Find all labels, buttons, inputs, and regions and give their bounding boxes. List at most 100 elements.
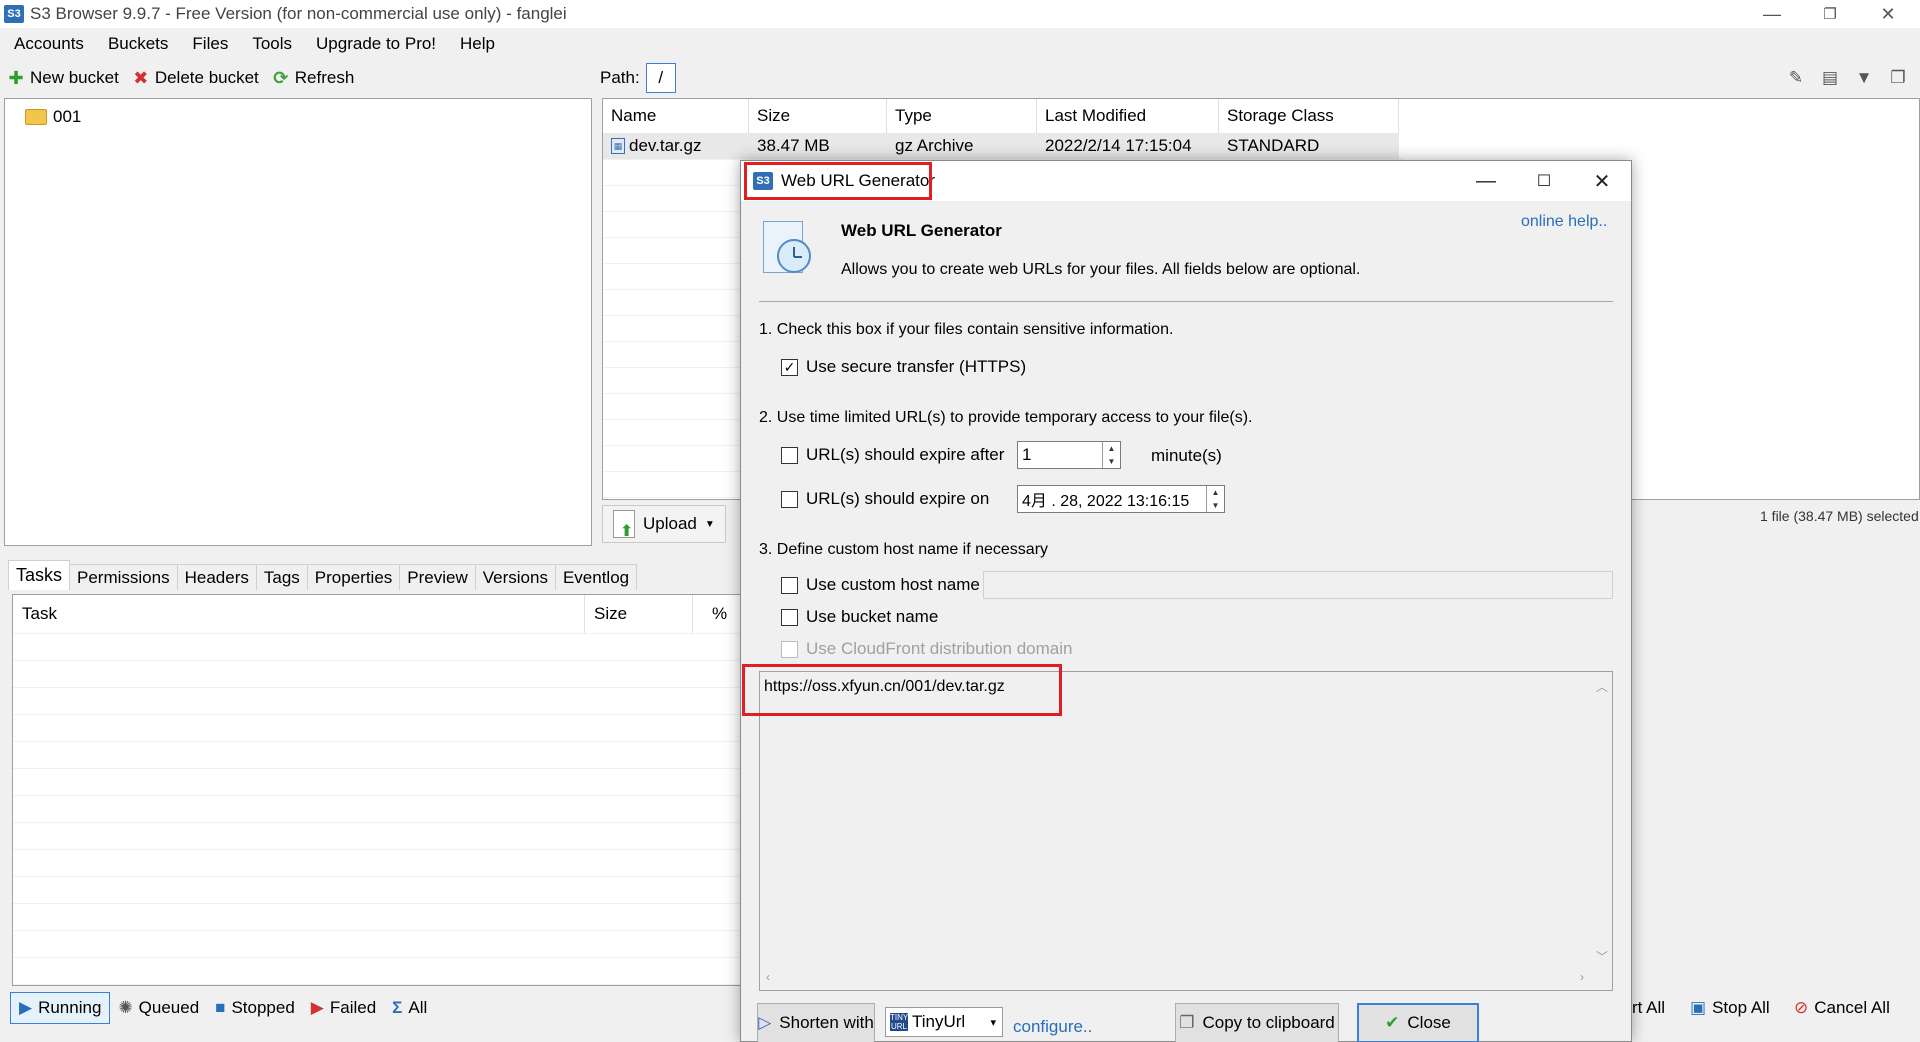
tab-preview[interactable]: Preview <box>399 564 476 590</box>
column-task[interactable]: Task <box>13 595 585 633</box>
expire-after-value: 1 <box>1022 445 1032 464</box>
filter-failed-button[interactable]: ▶ Failed <box>303 992 384 1024</box>
file-storage-class: STANDARD <box>1227 136 1320 155</box>
start-all-button[interactable]: rt All <box>1632 990 1665 1026</box>
column-last-modified[interactable]: Last Modified <box>1037 99 1219 133</box>
task-grid-line <box>13 903 747 904</box>
spinner-icon: ✺ <box>118 998 133 1017</box>
path-bar: Path: / <box>600 62 676 94</box>
refresh-button[interactable]: ⟳ Refresh <box>271 68 354 88</box>
https-checkbox-box: ✓ <box>781 358 798 376</box>
menu-accounts[interactable]: Accounts <box>0 34 96 54</box>
task-grid-line <box>13 741 747 742</box>
dialog-maximize-button[interactable]: ☐ <box>1515 161 1573 201</box>
expire-on-datetime-picker[interactable]: 4月 . 28, 2022 13:16:15 ▲ ▼ <box>1017 485 1225 513</box>
tab-headers[interactable]: Headers <box>176 564 257 590</box>
menu-buckets[interactable]: Buckets <box>96 34 180 54</box>
expire-on-spinner[interactable]: ▲ ▼ <box>1206 486 1224 512</box>
expire-after-checkbox[interactable]: URL(s) should expire after <box>781 445 1004 465</box>
upload-button[interactable]: ⬆ Upload ▼ <box>602 505 726 543</box>
bucket-name-checkbox[interactable]: Use bucket name <box>781 607 938 627</box>
tab-properties[interactable]: Properties <box>306 564 401 590</box>
cancel-all-button[interactable]: ⊘ Cancel All <box>1794 990 1890 1026</box>
task-grid-line <box>13 714 747 715</box>
copy-icon[interactable]: ❐ <box>1886 66 1910 90</box>
shorten-with-button[interactable]: ▷ Shorten with <box>757 1003 875 1042</box>
generated-url-textarea[interactable]: https://oss.xfyun.cn/001/dev.tar.gz ︿ ﹀ … <box>742 664 1613 991</box>
minimize-button[interactable]: — <box>1743 0 1801 28</box>
expire-on-checkbox[interactable]: URL(s) should expire on <box>781 489 989 509</box>
header-divider <box>759 301 1613 302</box>
all-label: All <box>408 998 428 1017</box>
shortener-select[interactable]: TINY URL TinyUrl ▾ <box>885 1007 1003 1037</box>
expire-after-spinner[interactable]: ▲ ▼ <box>1102 442 1120 468</box>
filter-running-button[interactable]: ▶ Running <box>10 992 111 1024</box>
filter-icon[interactable]: ▼ <box>1852 66 1876 90</box>
stop-all-button[interactable]: ▣ Stop All <box>1690 990 1770 1026</box>
column-storage-class[interactable]: Storage Class <box>1219 99 1399 133</box>
spin-down-icon[interactable]: ▼ <box>1103 455 1120 468</box>
view-icon[interactable]: ▤ <box>1818 66 1842 90</box>
tab-eventlog[interactable]: Eventlog <box>554 564 638 590</box>
delete-x-icon: ✖ <box>133 67 149 88</box>
tab-versions[interactable]: Versions <box>474 564 556 590</box>
menu-help[interactable]: Help <box>448 34 507 54</box>
menu-tools[interactable]: Tools <box>240 34 304 54</box>
queued-label: Queued <box>138 998 200 1017</box>
delete-bucket-button[interactable]: ✖ Delete bucket <box>131 68 259 88</box>
dialog-close-button[interactable]: ✕ <box>1573 161 1631 201</box>
tab-tags[interactable]: Tags <box>255 564 308 590</box>
copy-to-clipboard-button[interactable]: ❐ Copy to clipboard <box>1175 1003 1339 1042</box>
tree-item-001[interactable]: 001 <box>25 107 81 127</box>
column-task-size[interactable]: Size <box>585 595 693 633</box>
select-chevron-down-icon: ▾ <box>990 1016 996 1029</box>
scroll-right-icon[interactable]: › <box>1580 970 1584 984</box>
close-button[interactable]: ✔ Close <box>1357 1003 1479 1042</box>
tasks-list: Task Size % <box>12 594 748 986</box>
online-help-link[interactable]: online help.. <box>1521 213 1607 231</box>
s3-app-icon: S3 <box>4 5 24 23</box>
bucket-name-checkbox-box <box>781 608 798 626</box>
cloudfront-checkbox-box <box>781 640 798 658</box>
file-list-header: Name Size Type Last Modified Storage Cla… <box>603 99 1399 133</box>
dialog-description: Allows you to create web URLs for your f… <box>841 261 1361 278</box>
scroll-left-icon[interactable]: ‹ <box>766 970 770 984</box>
delete-bucket-label: Delete bucket <box>154 68 259 87</box>
web-url-generator-dialog: S3 Web URL Generator — ☐ ✕ Web URL Gener… <box>740 160 1632 1042</box>
column-percent[interactable]: % <box>693 595 747 633</box>
scroll-up-icon[interactable]: ︿ <box>1596 678 1608 695</box>
spin-up-icon[interactable]: ▲ <box>1103 442 1120 455</box>
date-spin-up-icon[interactable]: ▲ <box>1207 486 1224 499</box>
file-row[interactable]: ▦ dev.tar.gz 38.47 MB gz Archive 2022/2/… <box>603 133 1399 159</box>
running-label: Running <box>38 998 102 1017</box>
close-window-button[interactable]: ✕ <box>1859 0 1917 28</box>
edit-pencil-icon[interactable]: ✎ <box>1784 66 1808 90</box>
column-name[interactable]: Name <box>603 99 749 133</box>
tab-permissions[interactable]: Permissions <box>69 564 178 590</box>
path-input[interactable]: / <box>645 63 676 93</box>
column-size[interactable]: Size <box>749 99 887 133</box>
menu-files[interactable]: Files <box>180 34 240 54</box>
column-type[interactable]: Type <box>887 99 1037 133</box>
expire-after-stepper[interactable]: 1 ▲ ▼ <box>1017 441 1121 469</box>
restore-button[interactable]: ❐ <box>1801 0 1859 28</box>
configure-link[interactable]: configure.. <box>1013 1017 1092 1037</box>
custom-host-checkbox[interactable]: Use custom host name <box>781 575 980 595</box>
stop-all-label: Stop All <box>1712 998 1770 1017</box>
menu-upgrade[interactable]: Upgrade to Pro! <box>304 34 448 54</box>
dialog-minimize-button[interactable]: — <box>1457 161 1515 201</box>
new-bucket-button[interactable]: ✚ New bucket <box>6 68 118 88</box>
custom-host-input[interactable] <box>983 571 1613 599</box>
cloudfront-checkbox: Use CloudFront distribution domain <box>781 639 1072 659</box>
url-highlight-box <box>742 664 1062 716</box>
date-spin-down-icon[interactable]: ▼ <box>1207 499 1224 512</box>
shorten-play-icon: ▷ <box>758 1013 772 1032</box>
https-checkbox[interactable]: ✓ Use secure transfer (HTTPS) <box>781 357 1026 377</box>
tab-tasks[interactable]: Tasks <box>8 560 71 590</box>
upload-bar: ⬆ Upload ▼ <box>602 505 726 543</box>
dropdown-arrow-icon: ▼ <box>704 518 715 530</box>
filter-queued-button[interactable]: ✺ Queued <box>110 992 207 1024</box>
filter-all-button[interactable]: Σ All <box>384 992 435 1024</box>
filter-stopped-button[interactable]: ■ Stopped <box>207 992 303 1024</box>
scroll-down-icon[interactable]: ﹀ <box>1596 948 1608 965</box>
